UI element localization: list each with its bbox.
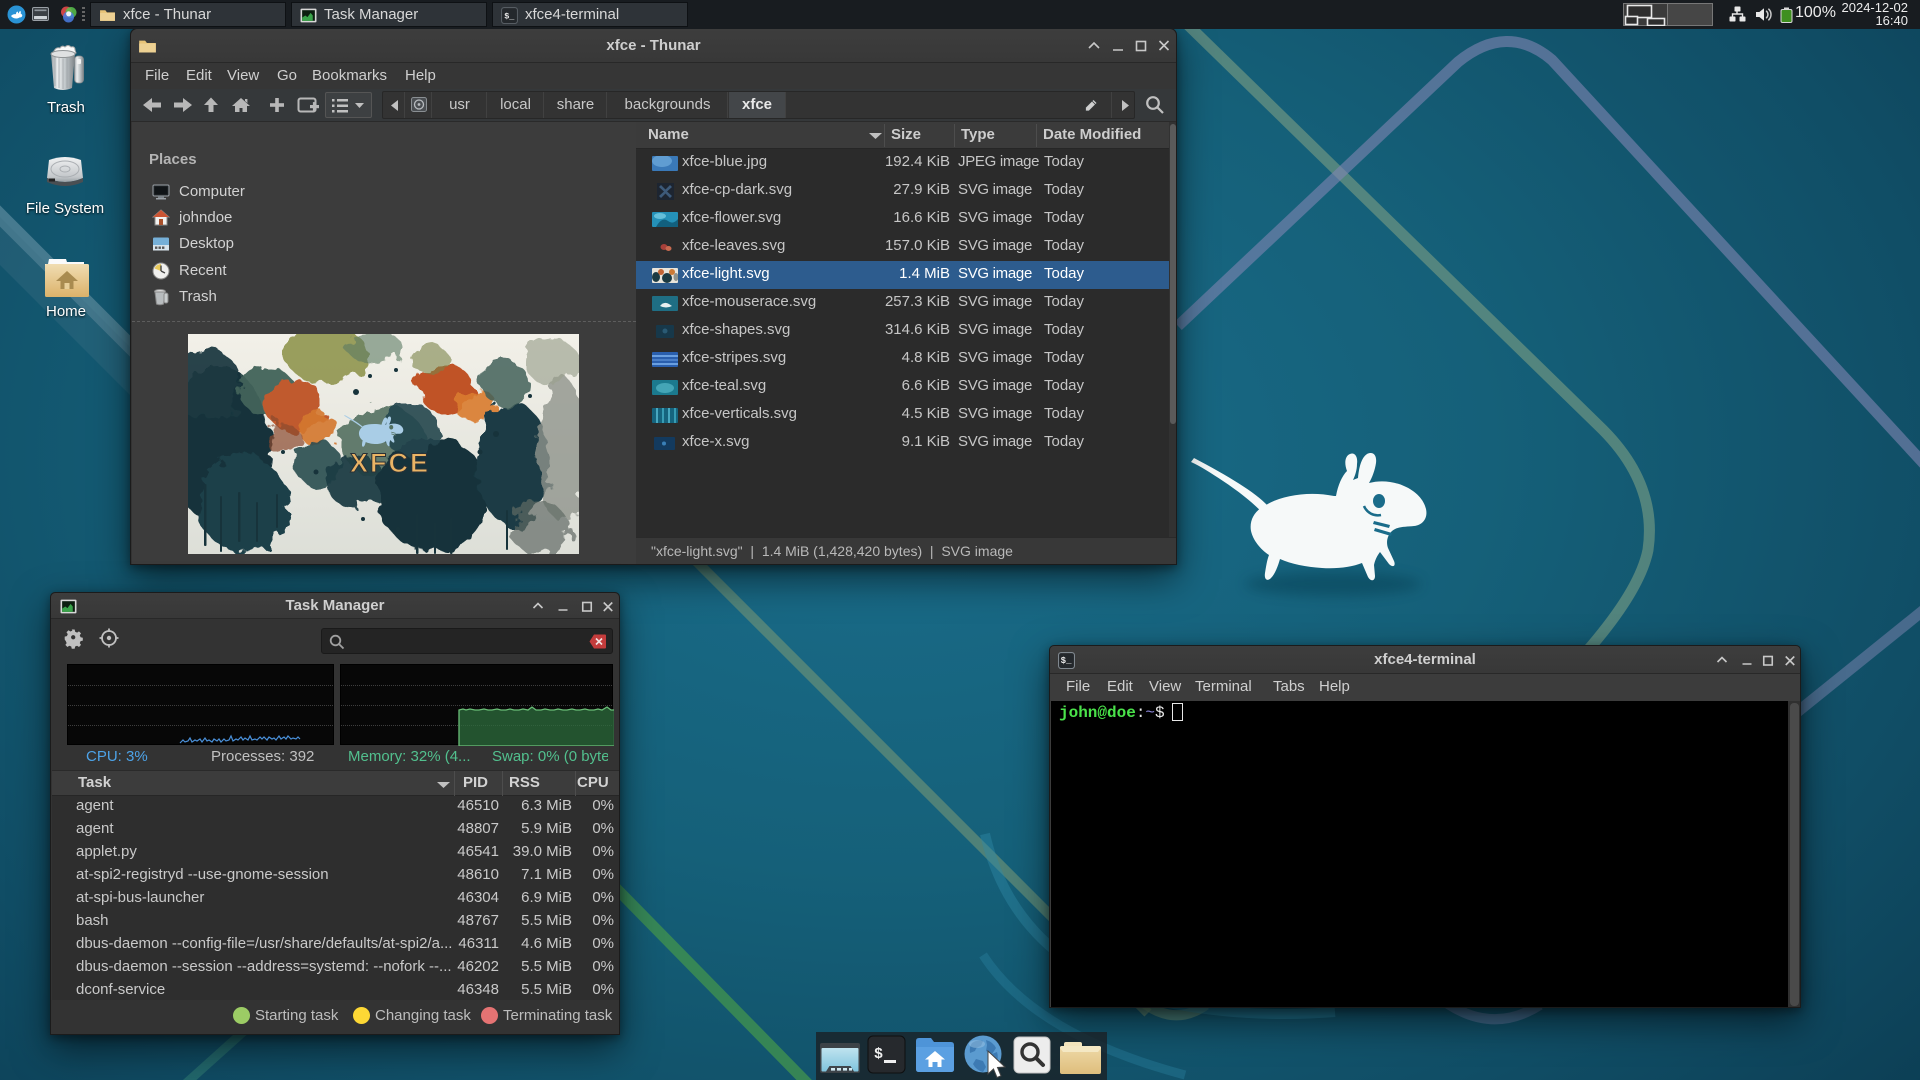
svg-text:XFCE: XFCE (350, 448, 430, 478)
svg-text:$: $ (874, 1046, 883, 1063)
svg-text:$_: $_ (504, 12, 515, 22)
